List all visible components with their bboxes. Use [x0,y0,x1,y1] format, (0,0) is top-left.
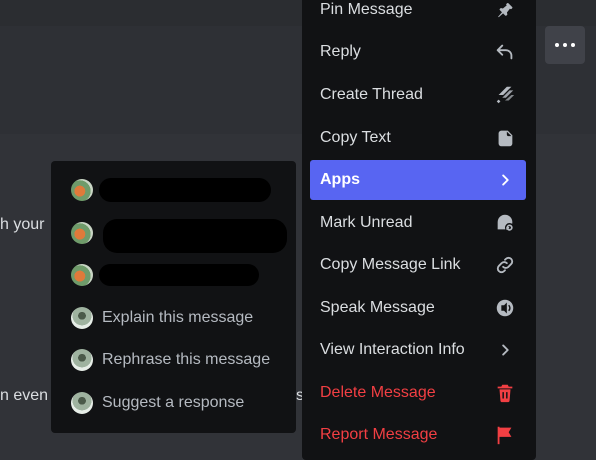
menu-item-pin-message[interactable]: Pin Message [310,0,526,30]
app-item-label: Suggest a response [102,394,245,411]
mark-unread-icon [494,212,516,234]
menu-item-delete-message[interactable]: Delete Message [310,373,526,413]
flag-icon [494,424,516,446]
menu-item-label: Pin Message [320,1,413,18]
ellipsis-icon [555,43,559,47]
app-item-label: Explain this message [102,309,254,326]
reply-arrow-icon [494,41,516,63]
menu-item-copy-text[interactable]: Copy Text [310,118,526,158]
link-icon [494,254,516,276]
message-text-fragment: h your [0,216,45,233]
menu-item-label: View Interaction Info [320,341,465,358]
message-text-fragment: n even [0,387,49,404]
app-avatar [71,349,93,371]
menu-item-label: Mark Unread [320,214,413,231]
menu-item-report-message[interactable]: Report Message [310,415,526,455]
redaction-mark [103,219,287,253]
menu-item-view-interaction-info[interactable]: View Interaction Info [310,330,526,370]
copy-icon [494,127,516,149]
trash-icon [494,382,516,404]
menu-item-copy-message-link[interactable]: Copy Message Link [310,245,526,285]
app-item-label: Rephrase this message [102,351,271,368]
chevron-right-icon [494,169,516,191]
menu-item-speak-message[interactable]: Speak Message [310,288,526,328]
app-item-rephrase-this-message[interactable]: Rephrase this message [61,340,286,380]
app-item-suggest-a-response[interactable]: Suggest a response [61,383,286,423]
menu-item-label: Create Thread [320,86,423,103]
app-avatar [71,392,93,414]
menu-item-label: Delete Message [320,384,436,401]
menu-item-reply[interactable]: Reply [310,32,526,72]
message-context-menu: Pin Message Reply Create Thread Copy Tex… [302,0,536,460]
menu-item-label: Report Message [320,426,438,443]
menu-item-label: Copy Message Link [320,256,461,273]
menu-item-mark-unread[interactable]: Mark Unread [310,203,526,243]
speak-icon [494,297,516,319]
menu-item-label: Reply [320,43,361,60]
menu-item-create-thread[interactable]: Create Thread [310,75,526,115]
menu-item-apps[interactable]: Apps [310,160,526,200]
redaction-mark [99,178,271,202]
app-avatar [71,264,93,286]
menu-item-label: Copy Text [320,129,391,146]
menu-item-label: Speak Message [320,299,435,316]
thread-icon [494,84,516,106]
menu-item-label: Apps [320,171,360,188]
redaction-mark [99,264,259,286]
app-item-explain-this-message[interactable]: Explain this message [61,298,286,338]
more-options-button[interactable] [545,26,585,64]
app-avatar [71,307,93,329]
pin-icon [494,0,516,21]
chevron-right-icon [494,339,516,361]
apps-submenu: Explain this message Rephrase this messa… [51,161,296,433]
app-avatar [71,179,93,201]
app-avatar [71,222,93,244]
